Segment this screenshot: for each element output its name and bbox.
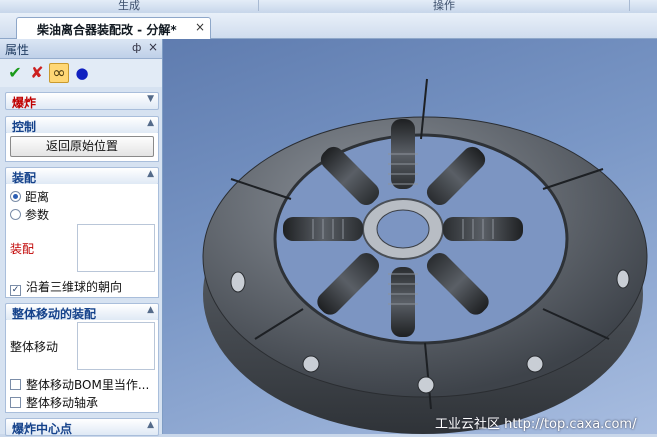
- chevron-up-icon[interactable]: ▲: [147, 420, 154, 430]
- along-3d-ball-check-mark[interactable]: ✓: [10, 285, 21, 296]
- chevron-up-icon[interactable]: ▲: [147, 305, 154, 315]
- radio-param[interactable]: 参数: [10, 206, 49, 223]
- ribbon-group-generate[interactable]: 生成: [0, 0, 259, 12]
- section-assembly-body: 距离 参数 装配 ✓ 沿着三维球的朝向: [5, 184, 159, 298]
- section-whole-move-header[interactable]: 整体移动的装配 ▲: [5, 303, 159, 321]
- radio-param-indicator[interactable]: [10, 209, 21, 220]
- cancel-icon[interactable]: ✘: [27, 63, 47, 83]
- reset-position-button[interactable]: 返回原始位置: [10, 136, 154, 157]
- document-tab[interactable]: 柴油离合器装配改 - 分解* ×: [16, 17, 211, 39]
- bom-check-box[interactable]: [10, 379, 21, 390]
- along-3d-ball-label: 沿着三维球的朝向: [26, 280, 123, 294]
- section-explode-center-title: 爆炸中心点: [12, 422, 73, 436]
- pin-icon[interactable]: ф: [132, 41, 141, 54]
- section-explode-center-header[interactable]: 爆炸中心点 ▲: [5, 418, 159, 436]
- radio-distance-label: 距离: [25, 190, 50, 204]
- blue-dot-icon[interactable]: ●: [72, 63, 92, 83]
- bom-check-label: 整体移动BOM里当作...: [26, 378, 150, 392]
- hub-bore: [376, 209, 430, 249]
- ribbon-group-operate[interactable]: 操作: [259, 0, 630, 12]
- panel-title: 属性: [5, 43, 30, 57]
- radio-distance[interactable]: 距离: [10, 188, 49, 205]
- watermark-text: 工业云社区 http://top.caxa.com/: [435, 417, 637, 432]
- properties-panel: 属性 ф × ✔ ✘ ∞ ● 爆炸 ▼ 控制 ▲ 返回原始位置 装配 ▲ 距离 …: [0, 39, 163, 436]
- preview-glasses-icon[interactable]: ∞: [49, 63, 69, 83]
- section-explode-header[interactable]: 爆炸 ▼: [5, 92, 159, 110]
- radio-param-label: 参数: [25, 208, 50, 222]
- document-tab-strip: 柴油离合器装配改 - 分解* ×: [0, 13, 657, 39]
- document-tab-title: 柴油离合器装配改 - 分解*: [37, 23, 177, 37]
- panel-toolbar: ✔ ✘ ∞ ●: [0, 59, 162, 87]
- assembly-field-label: 装配: [10, 242, 35, 256]
- assembly-listbox[interactable]: [77, 224, 155, 272]
- chevron-up-icon[interactable]: ▲: [147, 169, 154, 179]
- section-whole-move-body: 整体移动 整体移动BOM里当作... 整体移动轴承: [5, 320, 159, 413]
- whole-move-listbox[interactable]: [77, 322, 155, 370]
- ribbon-bar: 生成 操作: [0, 0, 657, 14]
- confirm-icon[interactable]: ✔: [5, 63, 25, 83]
- along-3d-ball-checkbox[interactable]: ✓ 沿着三维球的朝向: [10, 278, 122, 296]
- section-explode-title: 爆炸: [12, 96, 37, 110]
- whole-move-bearing-checkbox[interactable]: 整体移动轴承: [10, 394, 98, 411]
- 3d-viewport[interactable]: 工业云社区 http://top.caxa.com/: [163, 39, 657, 434]
- clutch-model-render[interactable]: [163, 39, 657, 434]
- close-icon[interactable]: ×: [195, 20, 205, 34]
- panel-close-icon[interactable]: ×: [148, 40, 158, 54]
- section-control-body: 返回原始位置: [5, 133, 159, 162]
- radio-distance-indicator[interactable]: [10, 191, 21, 202]
- whole-move-bom-checkbox[interactable]: 整体移动BOM里当作...: [10, 376, 149, 393]
- panel-header: 属性 ф ×: [0, 39, 162, 59]
- section-assembly-header[interactable]: 装配 ▲: [5, 167, 159, 185]
- section-control-header[interactable]: 控制 ▲: [5, 116, 159, 134]
- bearing-check-box[interactable]: [10, 397, 21, 408]
- chevron-up-icon[interactable]: ▲: [147, 118, 154, 128]
- whole-move-field-label: 整体移动: [10, 340, 59, 354]
- chevron-down-icon[interactable]: ▼: [147, 94, 154, 104]
- bearing-check-label: 整体移动轴承: [26, 396, 99, 410]
